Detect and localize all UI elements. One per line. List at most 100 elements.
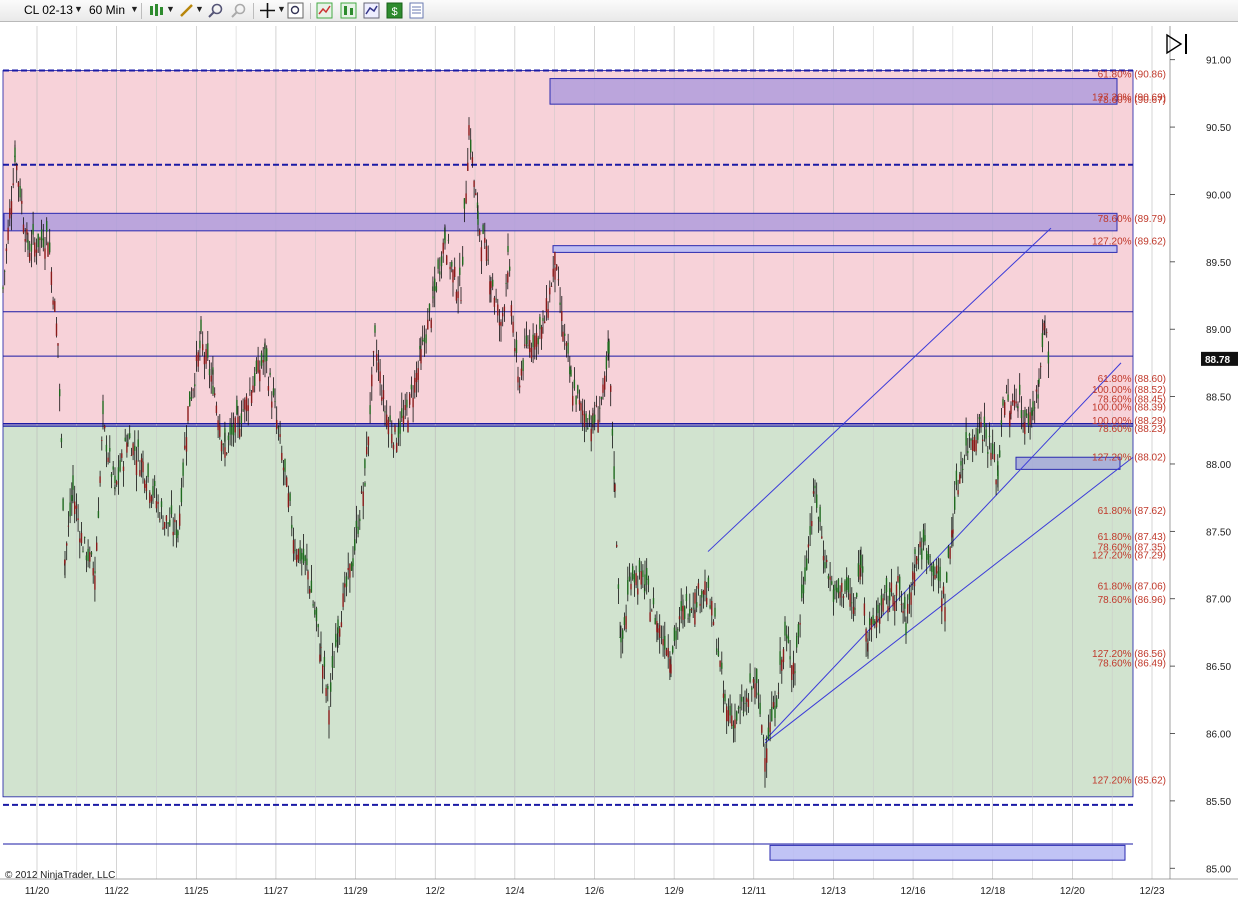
fib-label: 78.60% (90.67) — [1098, 95, 1166, 106]
candle-body — [180, 487, 183, 503]
candle-body — [564, 333, 566, 336]
candle-body — [889, 588, 891, 601]
candle-body — [510, 305, 513, 317]
candle-body — [71, 495, 73, 502]
chart-style-dropdown-arrow[interactable]: ▼ — [166, 4, 175, 14]
candle-body — [340, 622, 343, 628]
candle-body — [294, 549, 296, 552]
time-axis: 11/20 11/22 11/25 11/27 11/29 12/2 12/4 12/6 12/… — [0, 878, 1238, 897]
candle-body — [409, 393, 411, 405]
instrument-selector[interactable]: CL 02-13 — [24, 3, 73, 17]
candle-body — [39, 238, 41, 241]
candle-body — [130, 455, 133, 457]
candle-body — [269, 372, 271, 375]
candle-body — [194, 384, 196, 387]
zoom-in-icon[interactable] — [207, 2, 224, 19]
candle-body — [447, 239, 450, 241]
candle-body — [49, 242, 51, 253]
data-box-icon[interactable] — [287, 2, 304, 19]
dollar-icon[interactable]: $ — [386, 2, 403, 19]
candle-body — [689, 608, 691, 617]
candle-body — [255, 360, 258, 372]
x-tick-label: 12/2 — [425, 886, 445, 897]
candle-body — [467, 162, 469, 171]
candle-body — [577, 385, 579, 394]
interval-selector[interactable]: 60 Min — [89, 3, 125, 17]
candle-body — [239, 428, 241, 438]
price-chart[interactable]: 61.80% (90.86)127.20% (90.69)78.60% (90.… — [0, 22, 1238, 901]
candle-body — [1034, 407, 1036, 409]
x-tick-label: 11/20 — [25, 886, 50, 897]
candle-body — [54, 301, 56, 312]
candle-body — [410, 384, 413, 390]
candle-body — [1002, 399, 1004, 406]
candle-body — [704, 581, 706, 595]
candle-body — [659, 625, 661, 638]
strategies-icon[interactable] — [316, 2, 333, 19]
indicators-icon[interactable] — [340, 2, 357, 19]
candle-body — [747, 699, 750, 707]
candle-body — [367, 436, 370, 446]
candle-body — [701, 591, 703, 598]
candle-body — [756, 668, 758, 684]
candle-body — [914, 549, 916, 554]
candle-body — [492, 279, 494, 287]
chart-trader-icon[interactable] — [363, 2, 380, 19]
candle-body — [860, 555, 862, 568]
draw-line-icon[interactable] — [178, 2, 195, 19]
candlestick-style-icon[interactable] — [148, 2, 165, 19]
candle-body — [287, 493, 290, 508]
candle-body — [722, 693, 725, 698]
candle-body — [126, 442, 128, 453]
zoom-out-icon[interactable] — [230, 2, 247, 19]
candle-body — [852, 606, 855, 614]
crosshair-icon[interactable] — [259, 2, 276, 19]
candle-body — [449, 266, 451, 270]
candle-body — [35, 249, 38, 253]
candle-body — [525, 335, 528, 344]
candle-body — [30, 243, 33, 252]
candle-body — [24, 239, 26, 242]
candle-body — [57, 343, 59, 346]
candle-body — [907, 603, 909, 614]
y-tick-label: 87.00 — [1206, 595, 1231, 606]
candle-body — [870, 619, 873, 631]
candle-body — [769, 722, 771, 733]
candle-body — [174, 519, 176, 523]
candle-body — [407, 420, 409, 432]
candle-body — [632, 566, 634, 580]
draw-dropdown-arrow[interactable]: ▼ — [195, 4, 204, 14]
candle-body — [164, 521, 166, 529]
candle-body — [415, 372, 418, 383]
candle-body — [454, 266, 456, 277]
fib-label: 61.80% (88.60) — [1098, 374, 1166, 385]
candle-body — [673, 627, 676, 642]
candle-body — [366, 446, 368, 455]
properties-icon[interactable] — [408, 2, 425, 19]
candle-body — [550, 286, 553, 287]
candle-body — [759, 702, 761, 715]
crosshair-dropdown-arrow[interactable]: ▼ — [277, 4, 286, 14]
candle-body — [1032, 401, 1034, 412]
interval-dropdown-arrow[interactable]: ▼ — [130, 4, 139, 14]
candle-body — [347, 567, 349, 571]
candle-body — [94, 575, 96, 590]
demand-box — [552, 245, 1118, 253]
candle-body — [72, 475, 74, 490]
candle-body — [784, 621, 786, 636]
candle-body — [502, 313, 504, 317]
candle-body — [149, 492, 151, 504]
candle-body — [600, 396, 603, 399]
candle-body — [267, 386, 270, 391]
candle-body — [284, 458, 286, 472]
candle-body — [929, 556, 931, 558]
candle-body — [465, 193, 467, 204]
candle-body — [262, 359, 264, 363]
candle-body — [152, 486, 154, 496]
candle-body — [242, 409, 244, 411]
instrument-dropdown-arrow[interactable]: ▼ — [74, 4, 83, 14]
candle-body — [374, 325, 376, 333]
candle-body — [17, 182, 20, 187]
candle-body — [865, 628, 867, 642]
candle-body — [250, 391, 253, 404]
